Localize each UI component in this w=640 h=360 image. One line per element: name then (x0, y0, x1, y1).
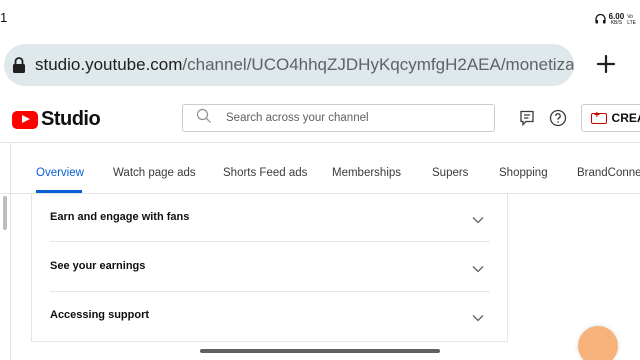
accordion-label: See your earnings (50, 260, 146, 272)
headphones-icon (594, 11, 606, 29)
tab-overview[interactable]: Overview (36, 167, 84, 179)
help-icon[interactable] (549, 109, 567, 127)
accordion-divider (50, 241, 490, 242)
url-path: /channel/UCO4hhqZJDHyKqcymfgH2AEA/moneti… (182, 55, 574, 74)
accordion-item-earn[interactable]: Earn and engage with fans (50, 194, 490, 243)
feedback-icon[interactable] (518, 109, 536, 127)
youtube-play-icon (12, 110, 38, 129)
monetization-tabs: Overview Watch page ads Shorts Feed ads … (0, 143, 640, 193)
tab-memberships[interactable]: Memberships (332, 167, 401, 179)
accordion-label: Earn and engage with fans (50, 211, 190, 223)
tab-brandconnect[interactable]: BrandConnect (577, 167, 640, 179)
accordion-item-support[interactable]: Accessing support (50, 292, 490, 341)
logo-text: Studio (41, 108, 101, 130)
status-bar: 1 6.00 KB/S Vo LTE (0, 0, 640, 38)
address-bar[interactable]: studio.youtube.com/channel/UCO4hhqZJDHyK… (4, 44, 574, 86)
screen: 1 6.00 KB/S Vo LTE studio.youtube.com/ch… (0, 0, 640, 360)
accordion-item-earnings[interactable]: See your earnings (50, 243, 490, 292)
status-time: 1 (0, 10, 8, 25)
video-camera-add-icon (591, 110, 607, 124)
tab-supers[interactable]: Supers (432, 167, 468, 179)
url-domain: studio.youtube.com (35, 55, 183, 74)
floating-help-button[interactable] (578, 326, 618, 360)
tab-shopping[interactable]: Shopping (499, 167, 548, 179)
studio-header: Studio CREATE (0, 96, 640, 142)
sidebar-edge (10, 143, 11, 360)
search-box[interactable] (182, 104, 495, 132)
url-text[interactable]: studio.youtube.com/channel/UCO4hhqZJDHyK… (35, 55, 574, 75)
search-input[interactable] (226, 112, 466, 124)
plus-icon[interactable] (594, 52, 618, 76)
create-button[interactable]: CREATE (581, 104, 640, 132)
home-gesture-bar[interactable] (200, 349, 440, 353)
search-icon[interactable] (183, 108, 212, 129)
sidebar-scrollbar[interactable] (3, 196, 7, 230)
network-speed: 6.00 KB/S (608, 12, 625, 27)
studio-logo[interactable]: Studio (12, 108, 101, 131)
chevron-down-icon[interactable] (472, 309, 484, 327)
overview-card: Earn and engage with fans See your earni… (31, 194, 508, 342)
tab-watch-page-ads[interactable]: Watch page ads (113, 167, 196, 179)
create-label: CREATE (611, 111, 640, 125)
tab-shorts-feed-ads[interactable]: Shorts Feed ads (223, 167, 307, 179)
lock-icon[interactable] (12, 56, 26, 74)
status-indicators: 6.00 KB/S Vo LTE (594, 11, 636, 29)
chevron-down-icon[interactable] (472, 211, 484, 229)
accordion-label: Accessing support (50, 309, 150, 321)
chevron-down-icon[interactable] (472, 260, 484, 278)
volte-indicator: Vo LTE (627, 14, 636, 26)
